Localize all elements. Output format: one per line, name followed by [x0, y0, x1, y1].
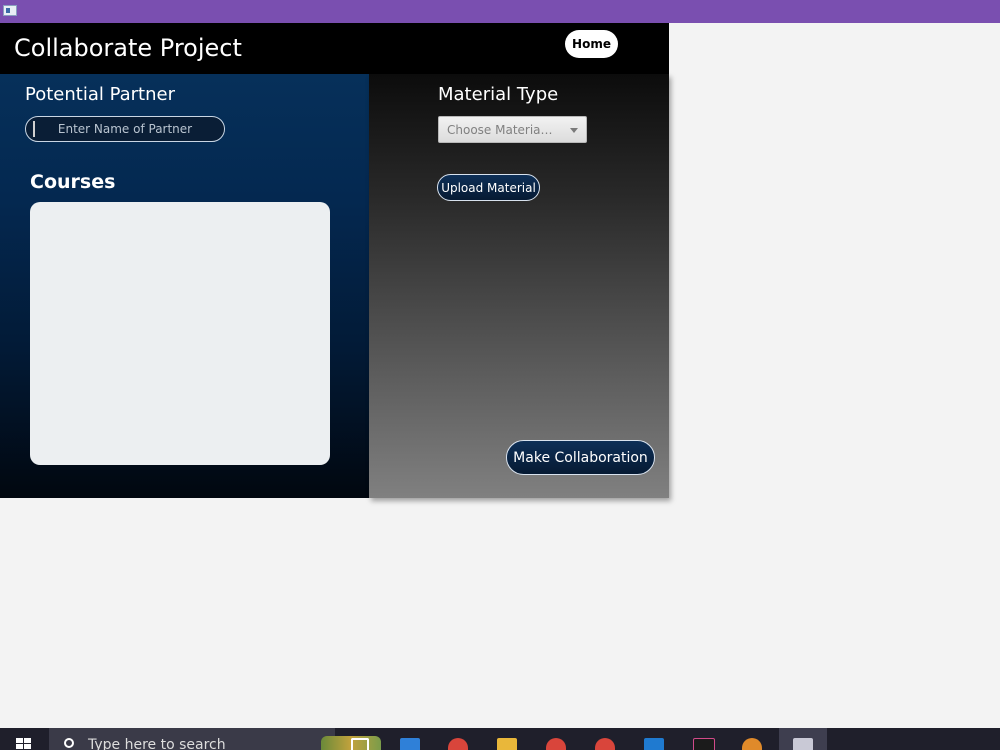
windows-start-icon[interactable]: [16, 738, 32, 750]
vscode-insiders-icon[interactable]: [400, 738, 420, 750]
taskbar-search-box[interactable]: Type here to search: [49, 728, 381, 750]
right-panel: Material Type Choose Material T... Uploa…: [369, 74, 669, 498]
java-app-icon: [793, 738, 813, 750]
text-caret: [33, 121, 35, 137]
upload-material-button[interactable]: Upload Material: [437, 174, 540, 201]
page-title: Collaborate Project: [14, 34, 242, 62]
app-window-icon[interactable]: [3, 5, 17, 16]
material-select-text: Choose Material T...: [447, 122, 555, 137]
vscode-icon[interactable]: [644, 738, 664, 750]
active-app-tab[interactable]: [779, 728, 827, 750]
window-title-bar: [0, 0, 1000, 23]
intellij-icon[interactable]: [693, 738, 715, 750]
taskbar: Type here to search: [0, 728, 1000, 750]
app-header: Collaborate Project Home: [0, 23, 669, 74]
chrome-icon[interactable]: [448, 738, 468, 750]
make-collaboration-button[interactable]: Make Collaboration: [506, 440, 655, 475]
courses-label: Courses: [30, 171, 116, 193]
potential-partner-label: Potential Partner: [25, 84, 175, 105]
chrome-icon[interactable]: [546, 738, 566, 750]
search-placeholder: Type here to search: [88, 737, 226, 750]
partner-name-input[interactable]: [25, 116, 225, 142]
file-explorer-icon[interactable]: [497, 738, 517, 750]
sublime-icon[interactable]: [742, 738, 762, 750]
search-icon: [64, 738, 74, 748]
material-type-label: Material Type: [438, 84, 559, 105]
home-button[interactable]: Home: [565, 30, 618, 58]
task-view-icon[interactable]: [351, 738, 369, 750]
material-type-select[interactable]: Choose Material T...: [438, 116, 587, 143]
collaborate-project-window: Collaborate Project Home Potential Partn…: [0, 23, 669, 498]
left-panel: Potential Partner Courses: [0, 74, 369, 498]
chevron-down-icon: [570, 128, 578, 133]
courses-list[interactable]: [30, 202, 330, 465]
chrome-icon[interactable]: [595, 738, 615, 750]
